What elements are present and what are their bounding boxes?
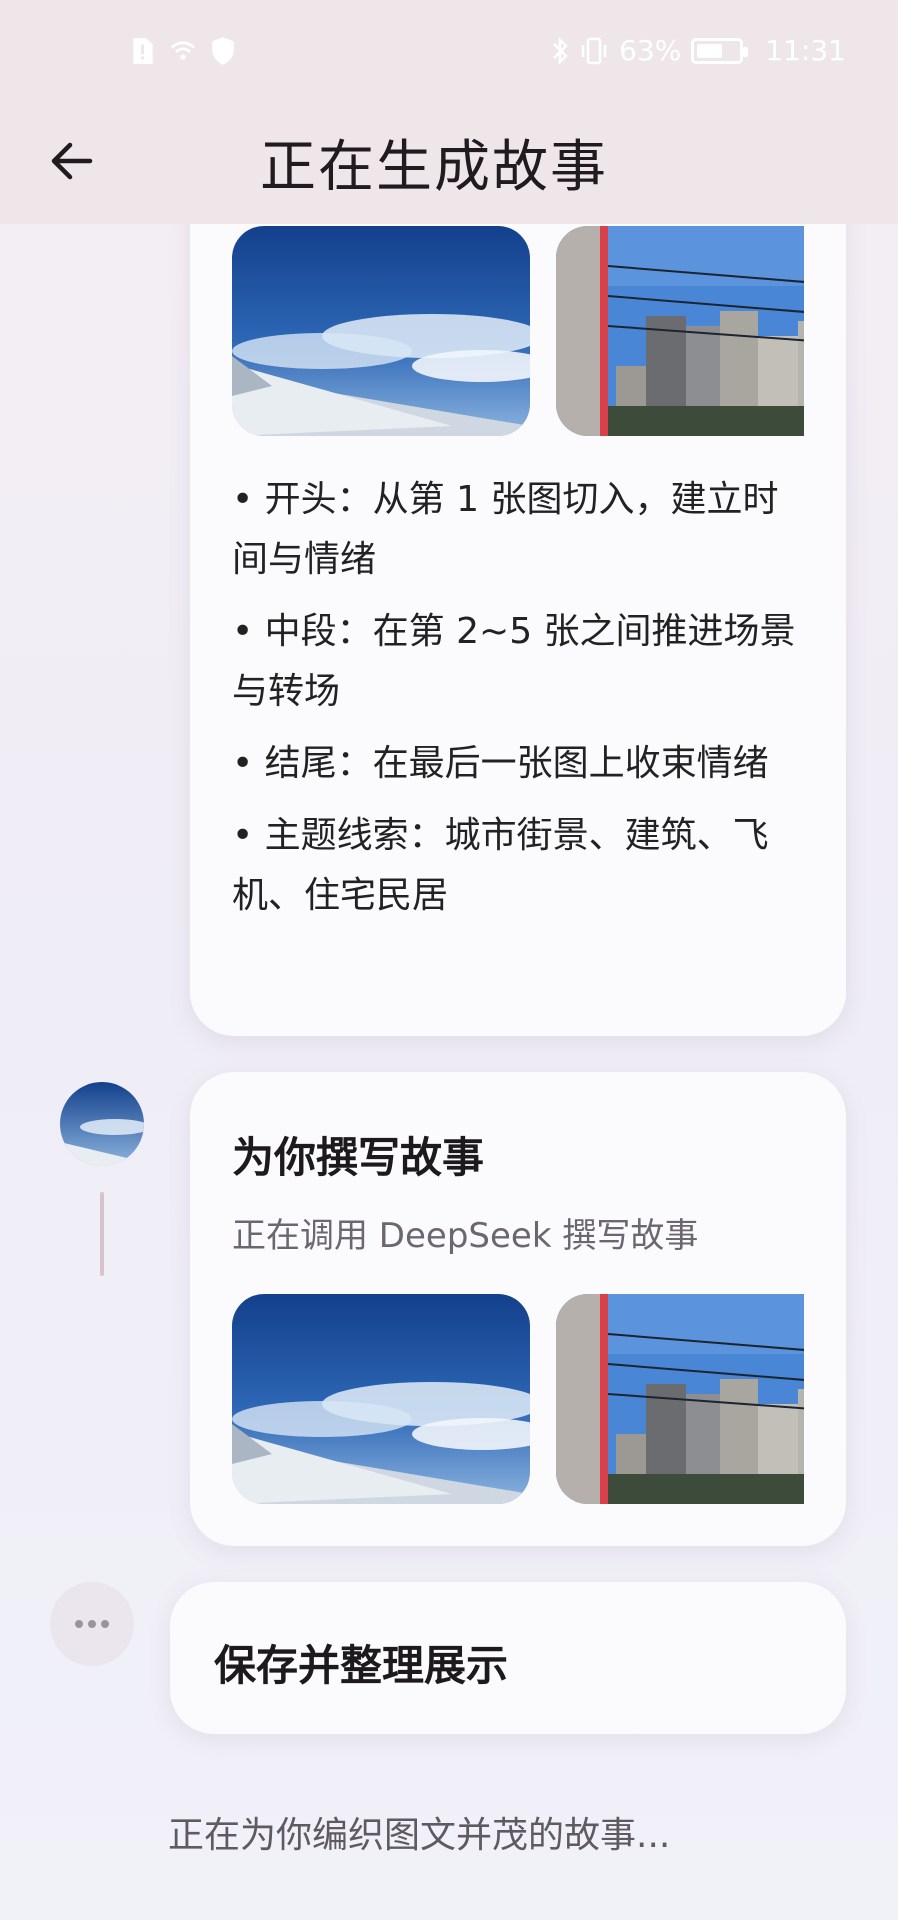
- write-story-card: 为你撰写故事 正在调用 DeepSeek 撰写故事: [190, 1072, 846, 1546]
- plan-bullet-list: • 开头：从第 1 张图切入，建立时间与情绪 • 中段：在第 2~5 张之间推进…: [232, 470, 812, 938]
- generation-status-text: 正在为你编织图文并茂的故事...: [168, 1815, 671, 1856]
- photo-thumbnail-street[interactable]: [556, 1294, 804, 1504]
- step-avatar: [60, 1082, 144, 1166]
- photo-thumbnail-sky[interactable]: [232, 226, 530, 436]
- page-title: 正在生成故事: [260, 135, 608, 200]
- plan-bullet-opening: • 开头：从第 1 张图切入，建立时间与情绪: [232, 479, 779, 580]
- app-bar: 正在生成故事: [0, 104, 898, 224]
- vibrate-icon: [581, 37, 607, 64]
- battery-percent: 63%: [619, 34, 682, 67]
- story-plan-card: • 开头：从第 1 张图切入，建立时间与情绪 • 中段：在第 2~5 张之间推进…: [190, 160, 846, 1036]
- pending-step-indicator: [50, 1582, 134, 1666]
- plan-bullet-ending: • 结尾：在最后一张图上收束情绪: [232, 743, 769, 784]
- status-bar: 63% 11:31: [0, 0, 898, 104]
- plan-bullet-theme: • 主题线索：城市街景、建筑、飞机、住宅民居: [232, 815, 769, 916]
- bluetooth-icon: [553, 36, 568, 65]
- more-dots-icon: [75, 1620, 109, 1628]
- top-bar: 63% 11:31 正在生成故事: [0, 0, 898, 224]
- save-display-title: 保存并整理展示: [214, 1641, 509, 1690]
- write-story-title: 为你撰写故事: [232, 1133, 485, 1182]
- save-display-card: 保存并整理展示: [170, 1582, 846, 1734]
- status-right: 63% 11:31: [551, 34, 846, 67]
- sim-icon: [133, 38, 153, 64]
- battery-icon: [691, 37, 749, 64]
- back-button[interactable]: [36, 126, 106, 196]
- photo-thumbnail-street[interactable]: [556, 226, 804, 436]
- status-time: 11:31: [765, 34, 846, 67]
- plan-bullet-middle: • 中段：在第 2~5 张之间推进场景与转场: [232, 611, 796, 712]
- write-story-subtitle: 正在调用 DeepSeek 撰写故事: [232, 1216, 699, 1256]
- image-strip[interactable]: [232, 1294, 804, 1504]
- photo-thumbnail-sky[interactable]: [232, 1294, 530, 1504]
- wifi-icon: [170, 41, 196, 60]
- timeline-connector: [100, 1192, 104, 1276]
- image-strip[interactable]: [232, 226, 804, 436]
- arrow-left-icon: [51, 142, 93, 180]
- status-left-icons: [130, 36, 236, 66]
- shield-icon: [212, 37, 234, 65]
